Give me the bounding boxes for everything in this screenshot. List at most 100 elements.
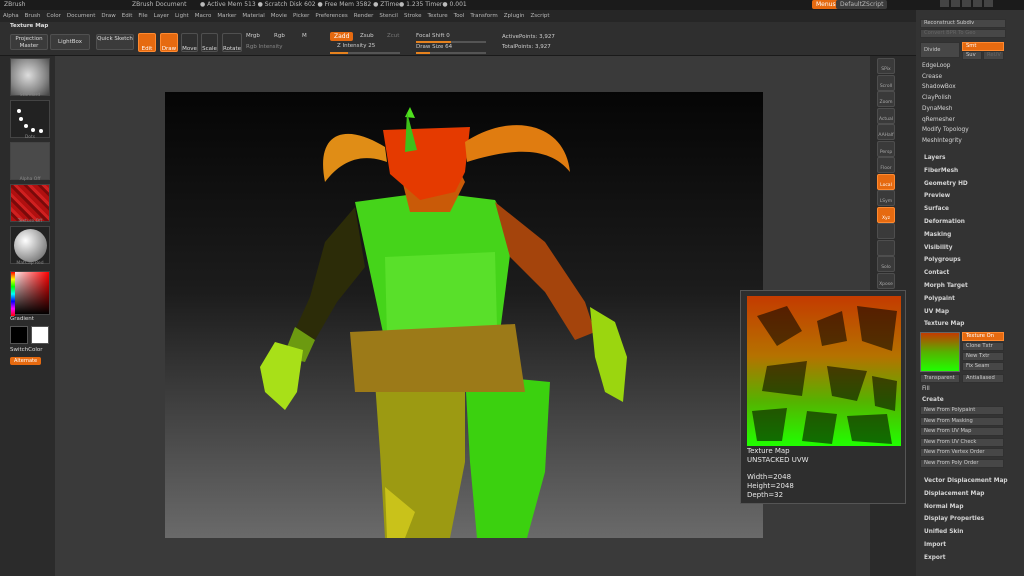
hue-strip[interactable] xyxy=(11,272,15,316)
section-unified-skin[interactable]: Unified Skin xyxy=(924,529,963,536)
minotaur-model[interactable] xyxy=(165,92,763,538)
shelf-aahalf-button[interactable]: AAHalf xyxy=(877,124,895,140)
tray-dynamesh[interactable]: DynaMesh xyxy=(922,106,952,113)
tray-crease[interactable]: Crease xyxy=(922,74,942,81)
create-new-from-vertex-order[interactable]: New From Vertex Order xyxy=(920,448,1004,457)
scale-button[interactable]: Scale xyxy=(201,33,218,52)
menu-texture[interactable]: Texture xyxy=(425,10,451,22)
focal-shift-track[interactable] xyxy=(416,41,486,43)
texture-texture-on-button[interactable]: Texture On xyxy=(962,332,1004,341)
texture-icon[interactable] xyxy=(10,184,50,222)
reconstruct-subdiv-button[interactable]: Reconstruct Subdiv xyxy=(920,19,1006,28)
create-new-from-masking[interactable]: New From Masking xyxy=(920,416,1004,426)
z-intensity-slider[interactable]: Z Intensity 25 xyxy=(337,43,375,49)
section-deformation[interactable]: Deformation xyxy=(924,219,965,226)
create-new-from-poly-order[interactable]: New From Poly Order xyxy=(920,458,1004,468)
section-import[interactable]: Import xyxy=(924,542,946,549)
draw-size-slider[interactable]: Draw Size 64 xyxy=(416,44,452,50)
menu-zscript[interactable]: Zscript xyxy=(527,10,552,22)
section-masking[interactable]: Masking xyxy=(924,232,951,239)
create-new-from-uv-map[interactable]: New From UV Map xyxy=(920,427,1004,436)
create-header[interactable]: Create xyxy=(922,397,944,404)
edit-button[interactable]: Edit xyxy=(138,33,156,52)
menu-transform[interactable]: Transform xyxy=(467,10,500,22)
section-contact[interactable]: Contact xyxy=(924,270,949,277)
create-new-from-polypaint[interactable]: New From Polypaint xyxy=(920,406,1004,415)
close-icon[interactable] xyxy=(984,0,993,7)
rgb-toggle[interactable]: Rgb xyxy=(274,33,285,39)
color-picker[interactable] xyxy=(10,271,50,316)
menu-tool[interactable]: Tool xyxy=(451,10,468,22)
menu-zplugin[interactable]: Zplugin xyxy=(501,10,528,22)
section-geometry-hd[interactable]: Geometry HD xyxy=(924,181,968,188)
tray-meshintegrity[interactable]: MeshIntegrity xyxy=(922,138,962,145)
help-icon[interactable] xyxy=(940,0,949,7)
menu-layer[interactable]: Layer xyxy=(151,10,172,22)
fill-button[interactable]: Fill xyxy=(922,386,930,393)
menu-light[interactable]: Light xyxy=(172,10,192,22)
rotate-button[interactable]: Rotate xyxy=(222,33,242,52)
section-polypaint[interactable]: Polypaint xyxy=(924,296,955,303)
transparent-toggle[interactable]: Transparent xyxy=(920,374,960,383)
shelf-slot-10-button[interactable] xyxy=(877,223,895,239)
shelf-spix-button[interactable]: SPix xyxy=(877,58,895,74)
focal-shift-slider[interactable]: Focal Shift 0 xyxy=(416,33,450,39)
rgb-intensity-slider[interactable]: Rgb Intensity xyxy=(246,44,283,50)
section-visibility[interactable]: Visibility xyxy=(924,245,952,252)
menu-macro[interactable]: Macro xyxy=(192,10,215,22)
draw-size-track[interactable] xyxy=(416,52,486,54)
tray-edgeloop[interactable]: EdgeLoop xyxy=(922,63,951,70)
menu-material[interactable]: Material xyxy=(239,10,267,22)
z-intensity-track[interactable] xyxy=(330,52,400,54)
minimize-icon[interactable] xyxy=(962,0,971,7)
lightbox-button[interactable]: LightBox xyxy=(50,34,90,50)
shelf-persp-button[interactable]: Persp xyxy=(877,140,895,157)
menu-stroke[interactable]: Stroke xyxy=(401,10,425,22)
menu-movie[interactable]: Movie xyxy=(268,10,290,22)
menu-stencil[interactable]: Stencil xyxy=(376,10,401,22)
zcut-toggle[interactable]: Zcut xyxy=(387,33,399,39)
tray-modify-topology[interactable]: Modify Topology xyxy=(922,127,969,134)
shelf-zoom-button[interactable]: Zoom xyxy=(877,91,895,107)
shelf-solo-button[interactable]: Solo xyxy=(877,256,895,272)
menu-draw[interactable]: Draw xyxy=(98,10,118,22)
texture-clone-txtr-button[interactable]: Clone Txtr xyxy=(962,342,1004,351)
mrgb-toggle[interactable]: Mrgb xyxy=(246,33,260,39)
shelf-xpose-button[interactable]: Xpose xyxy=(877,272,895,289)
section-normal-map[interactable]: Normal Map xyxy=(924,504,963,511)
suv-toggle[interactable]: Suv xyxy=(962,51,982,60)
tray-qremesher[interactable]: qRemesher xyxy=(922,117,955,124)
convert-bpr-button[interactable]: Convert BPR To Geo xyxy=(920,29,1006,38)
primary-color-swatch[interactable] xyxy=(10,326,28,344)
layout-icon[interactable] xyxy=(951,0,960,7)
shelf-floor-button[interactable]: Floor xyxy=(877,157,895,173)
section-polygroups[interactable]: Polygroups xyxy=(924,257,961,264)
section-uv-map[interactable]: UV Map xyxy=(924,309,949,316)
section-display-properties[interactable]: Display Properties xyxy=(924,516,984,523)
menu-alpha[interactable]: Alpha xyxy=(0,10,22,22)
antialiased-toggle[interactable]: Antialiased xyxy=(962,374,1004,383)
brush-icon[interactable] xyxy=(10,58,50,96)
section-displacement-map[interactable]: Displacement Map xyxy=(924,491,984,498)
document-canvas[interactable] xyxy=(165,92,763,538)
menu-picker[interactable]: Picker xyxy=(290,10,312,22)
projection-master-button[interactable]: Projection Master xyxy=(10,34,48,50)
alternate-button[interactable]: Alternate xyxy=(10,357,42,365)
shelf-local-button[interactable]: Local xyxy=(877,173,895,190)
reuv-button[interactable]: ReUV xyxy=(983,51,1004,60)
alpha-icon[interactable] xyxy=(10,142,50,180)
tray-shadowbox[interactable]: ShadowBox xyxy=(922,84,956,91)
switch-color-button[interactable]: SwitchColor xyxy=(10,347,43,353)
menu-marker[interactable]: Marker xyxy=(214,10,239,22)
menu-brush[interactable]: Brush xyxy=(22,10,44,22)
shelf-slot-11-button[interactable] xyxy=(877,239,895,256)
section-export[interactable]: Export xyxy=(924,555,945,562)
draw-button[interactable]: Draw xyxy=(160,33,178,52)
quick-sketch-button[interactable]: Quick Sketch xyxy=(96,34,134,50)
shelf-lsym-button[interactable]: LSym xyxy=(877,190,895,206)
zadd-toggle[interactable]: Zadd xyxy=(330,32,354,41)
section-surface[interactable]: Surface xyxy=(924,206,949,213)
texture-new-txtr-button[interactable]: New Txtr xyxy=(962,352,1004,361)
menu-edit[interactable]: Edit xyxy=(119,10,136,22)
menu-document[interactable]: Document xyxy=(64,10,99,22)
